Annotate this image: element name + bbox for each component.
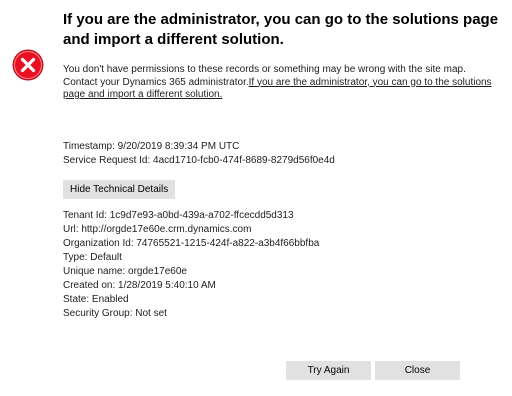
error-x-icon [12,49,44,81]
security-group: Security Group: Not set [63,308,167,320]
error-message: You don't have permissions to these reco… [63,64,503,102]
hide-technical-details-button[interactable]: Hide Technical Details [63,179,176,199]
error-content: If you are the administrator, you can go… [63,10,503,321]
request-info: Timestamp: 9/20/2019 8:39:34 PM UTC Serv… [63,140,503,168]
org-state: State: Enabled [63,294,129,306]
timestamp: Timestamp: 9/20/2019 8:39:34 PM UTC [63,140,240,152]
created-on: Created on: 1/28/2019 5:40:10 AM [63,279,216,291]
org-url: Url: http://orgde17e60e.crm.dynamics.com [63,223,252,235]
org-type: Type: Default [63,251,122,263]
organization-id: Organization Id: 74765521-1215-424f-a822… [63,237,320,249]
service-request-id: Service Request Id: 4acd1710-fcb0-474f-8… [63,154,335,166]
error-title: If you are the administrator, you can go… [63,11,499,48]
try-again-button[interactable]: Try Again [286,361,371,380]
unique-name: Unique name: orgde17e60e [63,265,187,277]
footer-buttons: Try Again Close [286,360,464,380]
technical-details: Tenant Id: 1c9d7e93-a0bd-439a-a702-ffcec… [63,209,503,322]
close-button[interactable]: Close [375,361,460,380]
tenant-id: Tenant Id: 1c9d7e93-a0bd-439a-a702-ffcec… [63,209,294,221]
